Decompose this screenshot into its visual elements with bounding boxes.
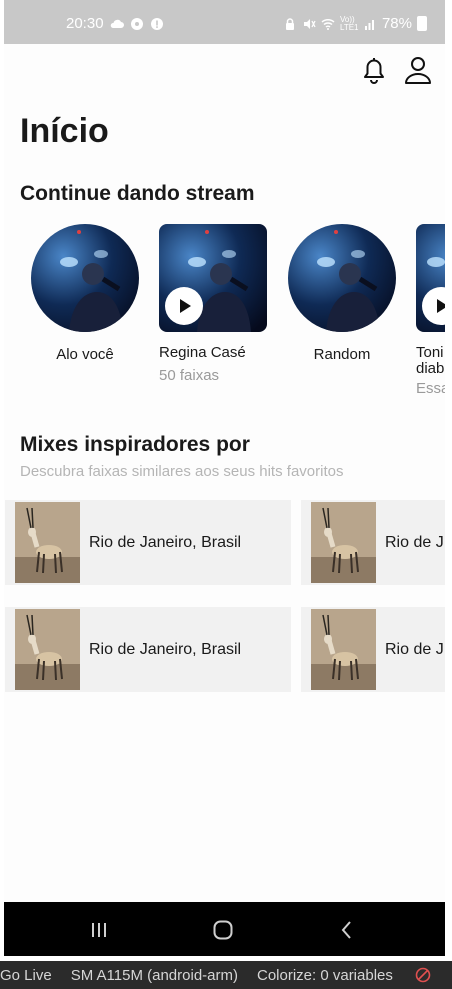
- stream-item-subtitle: Essa: [416, 380, 445, 397]
- notifications-button[interactable]: [359, 54, 389, 86]
- mix-card-label: Rio de Janeiro, Brasil: [89, 640, 242, 658]
- status-time: 20:30: [66, 15, 104, 32]
- cloud-icon: [110, 19, 124, 28]
- bell-icon: [364, 58, 384, 84]
- cover-art: [288, 224, 396, 332]
- alert-icon: [150, 17, 163, 30]
- mix-thumbnail: [15, 609, 80, 690]
- stream-item-random[interactable]: Random: [288, 224, 396, 363]
- mix-card[interactable]: Rio de J: [301, 607, 445, 692]
- mix-card-label: Rio de J: [385, 640, 444, 658]
- soccer-icon: [130, 17, 143, 30]
- back-icon: [341, 921, 351, 939]
- continue-carousel[interactable]: Alo você Regina Casé 50 faixas Random To…: [4, 224, 445, 414]
- stream-item-partial[interactable]: Toni diab Essa: [416, 224, 445, 397]
- mixes-section-subtitle: Descubra faixas similares aos seus hits …: [20, 463, 344, 480]
- ide-status-strip: Go Live SM A115M (android-arm) Colorize:…: [0, 961, 452, 989]
- no-entry-icon[interactable]: [415, 967, 431, 983]
- stream-item-regina-case[interactable]: Regina Casé 50 faixas: [159, 224, 267, 384]
- status-left: 20:30: [66, 15, 164, 32]
- cover-art: [31, 224, 139, 332]
- mix-thumbnail: [311, 502, 376, 583]
- mix-thumbnail: [15, 502, 80, 583]
- stream-item-subtitle: 50 faixas: [159, 367, 220, 384]
- mix-thumbnail: [311, 609, 376, 690]
- stream-item-label: Regina Casé: [159, 344, 246, 361]
- cover-art: [416, 224, 445, 332]
- header-actions: [359, 54, 433, 86]
- antelope-artwork: [311, 502, 376, 583]
- recent-apps-button[interactable]: [84, 916, 114, 944]
- lock-icon: [285, 17, 294, 30]
- device-selector[interactable]: SM A115M (android-arm): [71, 967, 238, 984]
- stream-item-label: Toni: [416, 344, 444, 361]
- page-title: Início: [20, 112, 109, 150]
- mix-card[interactable]: Rio de J: [301, 500, 445, 585]
- phone-screen: 20:30 Vo)) LTE1 78% Início Continue dand…: [4, 0, 445, 956]
- back-button[interactable]: [332, 916, 362, 944]
- cover-art: [159, 224, 267, 332]
- play-button[interactable]: [165, 287, 203, 325]
- antelope-artwork: [15, 609, 80, 690]
- mix-card[interactable]: Rio de Janeiro, Brasil: [5, 500, 291, 585]
- home-button[interactable]: [208, 916, 238, 944]
- stream-item-label-line2: diab: [416, 360, 445, 377]
- play-icon: [180, 299, 191, 313]
- battery-percent: 78%: [381, 15, 412, 32]
- concert-artwork: [31, 224, 139, 332]
- antelope-artwork: [15, 502, 80, 583]
- recent-apps-icon: [92, 923, 106, 937]
- status-right: Vo)) LTE1 78%: [283, 15, 427, 32]
- antelope-artwork: [311, 609, 376, 690]
- user-icon: [405, 57, 431, 84]
- go-live-button[interactable]: Go Live: [0, 967, 52, 984]
- play-icon: [437, 299, 445, 313]
- stream-item-label: Random: [313, 346, 371, 363]
- mixes-section-title: Mixes inspiradores por: [20, 433, 250, 456]
- wifi-icon: [321, 18, 335, 30]
- network-label: Vo)) LTE1: [339, 14, 359, 32]
- concert-artwork: [288, 224, 396, 332]
- stream-item-label: Alo você: [56, 346, 114, 363]
- profile-button[interactable]: [403, 54, 433, 86]
- status-bar: 20:30 Vo)) LTE1 78%: [4, 0, 445, 44]
- mix-card[interactable]: Rio de Janeiro, Brasil: [5, 607, 291, 692]
- colorize-status[interactable]: Colorize: 0 variables: [257, 967, 393, 984]
- mix-card-label: Rio de J: [385, 533, 444, 551]
- mute-icon: [303, 18, 316, 29]
- continue-section-title: Continue dando stream: [20, 182, 255, 205]
- system-nav-bar: [4, 902, 445, 956]
- mix-card-label: Rio de Janeiro, Brasil: [89, 533, 242, 551]
- battery-icon: [417, 16, 427, 31]
- signal-icon: [364, 19, 374, 30]
- home-icon: [213, 920, 233, 940]
- stream-item-alo-voce[interactable]: Alo você: [31, 224, 139, 363]
